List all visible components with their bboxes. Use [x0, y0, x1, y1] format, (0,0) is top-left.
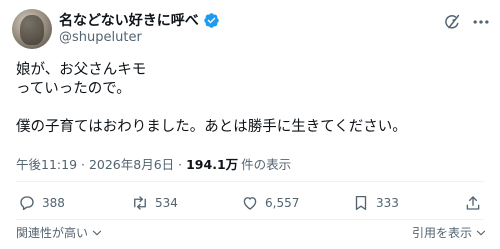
author-name-row: 名などない好きに呼べ — [59, 10, 220, 30]
grok-icon[interactable] — [443, 13, 461, 31]
divider — [16, 181, 484, 182]
verified-badge-icon[interactable] — [203, 12, 220, 29]
repost-icon — [131, 194, 149, 212]
view-quotes-label: 引用を表示 — [411, 226, 472, 240]
bookmark-button[interactable]: 333 — [352, 194, 399, 212]
action-bar: 388 534 6,557 333 — [0, 194, 500, 216]
bookmark-icon — [352, 194, 370, 212]
more-dots-icon[interactable] — [470, 12, 492, 32]
like-icon — [241, 194, 259, 212]
view-count-label: 件の表示 — [241, 157, 292, 172]
avatar[interactable] — [12, 9, 52, 49]
divider — [16, 219, 484, 220]
author-display-name[interactable]: 名などない好きに呼べ — [59, 10, 199, 30]
like-count: 6,557 — [265, 196, 300, 210]
chevron-down-icon — [90, 226, 104, 240]
author-handle[interactable]: @shupeluter — [59, 30, 142, 45]
share-icon — [464, 194, 482, 212]
reply-button[interactable]: 388 — [18, 194, 65, 212]
share-button[interactable] — [464, 194, 482, 212]
bookmark-count: 333 — [376, 196, 399, 210]
repost-count: 534 — [155, 196, 178, 210]
reply-count: 388 — [42, 196, 65, 210]
reply-sort-label: 関連性が高い — [16, 226, 89, 240]
tweet-timestamp[interactable]: 午後11:19 · 2026年8月6日 · — [16, 154, 182, 173]
tweet-text-line: っていったので。 — [16, 81, 131, 97]
repost-button[interactable]: 534 — [131, 194, 178, 212]
tweet-text: 娘が、お父さんキモ っていったので。 僕の子育てはおわりました。あとは勝手に生き… — [16, 61, 407, 137]
chevron-down-icon — [474, 226, 488, 240]
tweet-text-line: 娘が、お父さんキモ — [16, 62, 147, 78]
reply-sort-dropdown[interactable]: 関連性が高い — [16, 224, 104, 241]
tweet-meta: 午後11:19 · 2026年8月6日 · 194.1万 件の表示 — [16, 154, 291, 173]
view-quotes-link[interactable]: 引用を表示 — [412, 224, 488, 241]
tweet-text-line: 僕の子育てはおわりました。あとは勝手に生きてください。 — [16, 119, 407, 135]
view-count: 194.1万 — [186, 157, 239, 172]
reply-icon — [18, 194, 36, 212]
like-button[interactable]: 6,557 — [241, 194, 299, 212]
